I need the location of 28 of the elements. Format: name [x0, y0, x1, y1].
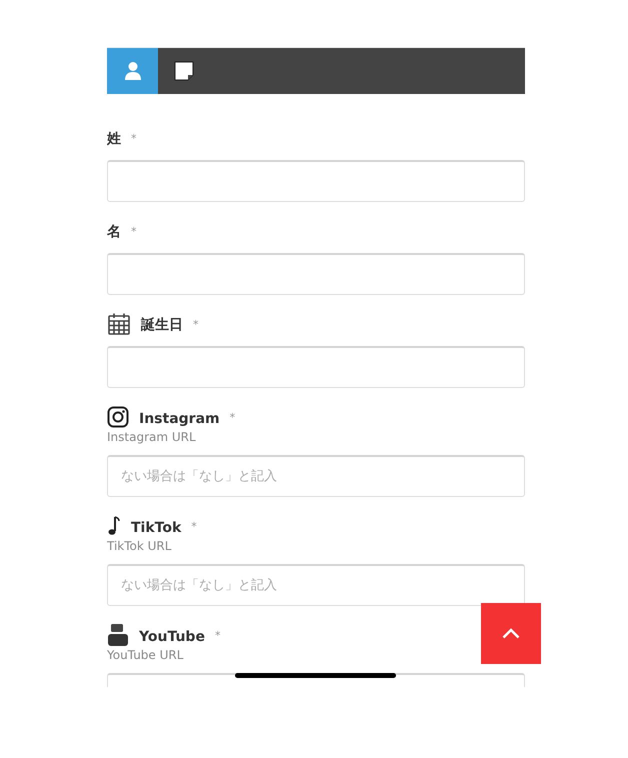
- video-icon: [107, 623, 129, 647]
- field-label: 誕生日: [141, 317, 183, 333]
- field-label: YouTube: [139, 628, 205, 644]
- input-field[interactable]: [107, 160, 525, 202]
- required-mark: *: [230, 410, 236, 424]
- note-icon: [172, 60, 194, 82]
- person-icon: [124, 61, 142, 81]
- field-label: Instagram: [139, 410, 220, 426]
- chevron-up-icon: [502, 628, 520, 639]
- input-field[interactable]: ない場合は「なし」と記入: [107, 564, 525, 606]
- required-mark: *: [131, 132, 136, 144]
- required-mark: *: [214, 628, 220, 642]
- required-mark: *: [191, 520, 197, 532]
- input-field[interactable]: [107, 346, 525, 388]
- required-mark: *: [193, 318, 198, 330]
- field-label: TikTok: [131, 520, 182, 536]
- calendar-icon: [107, 312, 131, 336]
- field-hint: YouTube URL: [107, 647, 184, 663]
- input-field[interactable]: ない場合は「なし」と記入: [107, 455, 525, 497]
- field-label: 名: [107, 224, 121, 240]
- required-mark: *: [131, 224, 136, 238]
- field-hint: Instagram URL: [107, 429, 197, 445]
- field-label: 姓: [107, 131, 121, 147]
- input-field[interactable]: [107, 253, 525, 295]
- scroll-top-button[interactable]: [481, 603, 541, 664]
- music-note-icon: [107, 516, 121, 536]
- field-hint: TikTok URL: [107, 538, 172, 554]
- camera-icon: [107, 406, 129, 428]
